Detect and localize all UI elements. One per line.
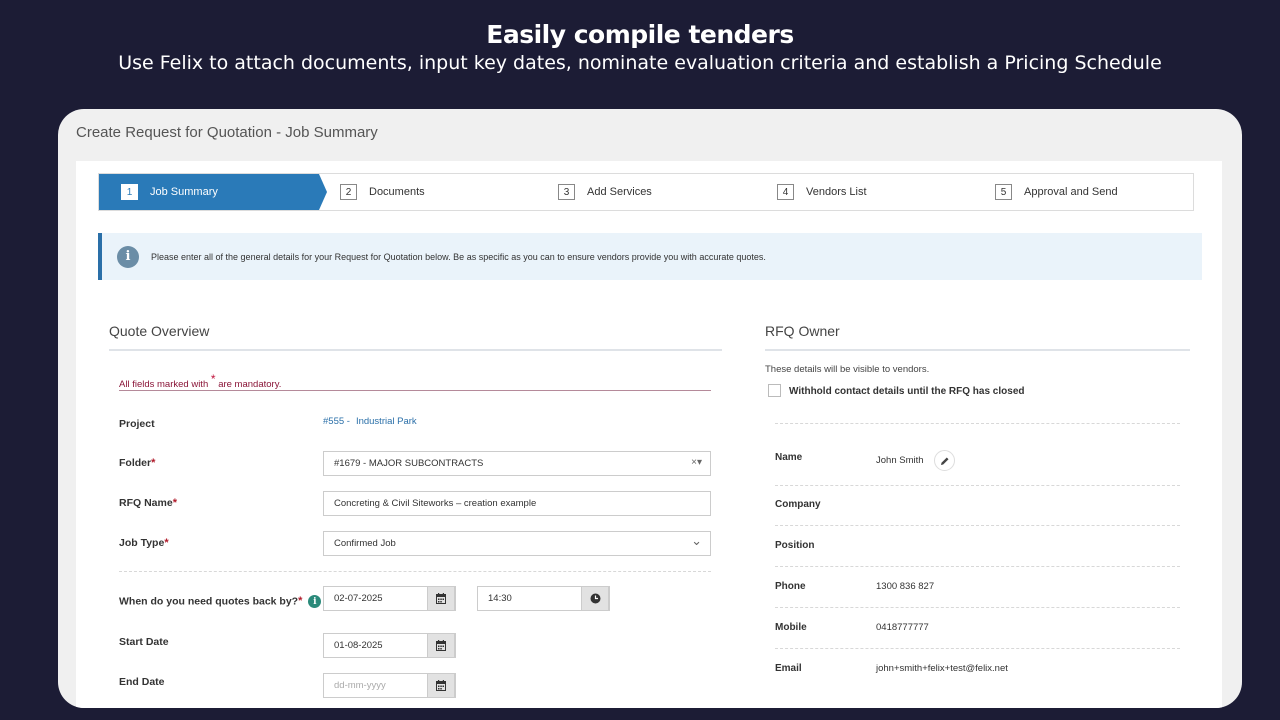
required-star: * [298,595,303,607]
step-label: Documents [369,186,425,198]
owner-mobile-label: Mobile [775,622,807,633]
divider [775,607,1180,608]
project-number: #555 - [323,416,350,427]
info-icon: i [117,245,139,268]
owner-position-label: Position [775,540,815,551]
owner-mobile-value: 0418777777 [876,622,929,633]
step-number: 1 [121,184,138,200]
owner-company-label: Company [775,499,821,510]
job-type-label: Job Type* [119,537,169,549]
section-divider [765,349,1190,351]
step-documents[interactable]: 2 Documents [340,174,425,210]
required-star: * [164,537,169,549]
divider [775,525,1180,526]
section-divider [109,349,722,351]
owner-phone-label: Phone [775,581,806,592]
hero-subtitle: Use Felix to attach documents, input key… [118,52,1162,74]
divider [775,648,1180,649]
clear-caret-icon[interactable]: ×▾ [691,457,702,468]
page-title: Create Request for Quotation - Job Summa… [76,124,378,141]
section-title-rfq-owner: RFQ Owner [765,323,840,339]
clock-icon[interactable] [581,586,609,611]
project-label: Project [119,418,155,430]
help-info-icon[interactable]: i [308,595,322,608]
quotes-back-date-input[interactable]: 02-07-2025 [323,586,456,611]
visibility-note: These details will be visible to vendors… [765,364,930,375]
required-star: * [210,372,216,386]
folder-label: Folder* [119,457,155,469]
mandatory-divider [119,390,711,391]
quotes-back-date-value: 02-07-2025 [334,593,383,604]
rfq-name-label-text: RFQ Name [119,497,173,509]
start-date-value: 01-08-2025 [334,640,383,651]
step-label: Job Summary [150,186,218,198]
mandatory-suffix: are mandatory. [218,379,282,391]
app-window: Create Request for Quotation - Job Summa… [58,109,1242,708]
info-text: Please enter all of the general details … [151,251,766,262]
owner-name-value: John Smith [876,455,924,466]
owner-email-label: Email [775,663,802,674]
end-date-placeholder: dd-mm-yyyy [334,680,386,691]
mandatory-note: All fields marked with * are mandatory. [119,372,281,390]
owner-phone-value: 1300 836 827 [876,581,935,592]
owner-email-value: john+smith+felix+test@felix.net [876,663,1008,674]
quotes-back-time-input[interactable]: 14:30 [477,586,610,611]
divider [775,423,1180,424]
divider [775,566,1180,567]
quotes-back-label: When do you need quotes back by?* i [119,595,322,608]
step-number: 3 [558,184,575,200]
main-panel: 1 Job Summary 2 Documents 3 Add Services… [76,161,1222,708]
step-add-services[interactable]: 3 Add Services [558,174,652,210]
hero-title: Easily compile tenders [486,20,794,49]
rfq-name-value: Concreting & Civil Siteworks – creation … [334,498,537,509]
start-date-label: Start Date [119,636,169,648]
calendar-icon[interactable] [427,673,455,698]
info-banner: i Please enter all of the general detail… [98,233,1202,280]
withhold-contact-label[interactable]: Withhold contact details until the RFQ h… [789,386,1024,397]
required-star: * [172,497,177,509]
calendar-icon[interactable] [427,633,455,658]
withhold-contact-checkbox[interactable] [768,384,781,397]
rfq-name-label: RFQ Name* [119,497,177,509]
project-name: Industrial Park [355,416,417,427]
folder-label-text: Folder [119,457,152,469]
project-link[interactable]: #555 - Industrial Park [323,416,423,427]
step-number: 5 [995,184,1012,200]
divider [775,485,1180,486]
step-number: 2 [340,184,357,200]
folder-value: #1679 - MAJOR SUBCONTRACTS [334,458,484,469]
required-star: * [151,457,156,469]
edit-pencil-icon[interactable] [934,450,955,471]
section-title-quote-overview: Quote Overview [109,323,210,339]
job-type-label-text: Job Type [119,537,165,549]
folder-select[interactable]: #1679 - MAJOR SUBCONTRACTS ×▾ [323,451,711,476]
start-date-input[interactable]: 01-08-2025 [323,633,456,658]
job-type-value: Confirmed Job [334,538,396,549]
end-date-label: End Date [119,676,165,688]
mandatory-prefix: All fields marked with [119,379,209,391]
step-vendors-list[interactable]: 4 Vendors List [777,174,867,210]
step-job-summary[interactable]: 1 Job Summary [99,174,327,210]
step-number: 4 [777,184,794,200]
step-label: Approval and Send [1024,186,1118,198]
quotes-back-time-value: 14:30 [488,593,512,604]
end-date-input[interactable]: dd-mm-yyyy [323,673,456,698]
rfq-name-input[interactable]: Concreting & Civil Siteworks – creation … [323,491,711,516]
owner-name-label: Name [775,452,803,463]
step-label: Vendors List [806,186,867,198]
divider [119,571,711,572]
calendar-icon[interactable] [427,586,455,611]
quotes-back-label-text: When do you need quotes back by? [119,595,299,608]
step-approval-and-send[interactable]: 5 Approval and Send [995,174,1118,210]
job-type-select[interactable]: Confirmed Job ⌄ [323,531,711,556]
wizard-stepper: 1 Job Summary 2 Documents 3 Add Services… [98,173,1194,211]
chevron-down-icon[interactable]: ⌄ [691,533,702,549]
step-label: Add Services [587,186,652,198]
